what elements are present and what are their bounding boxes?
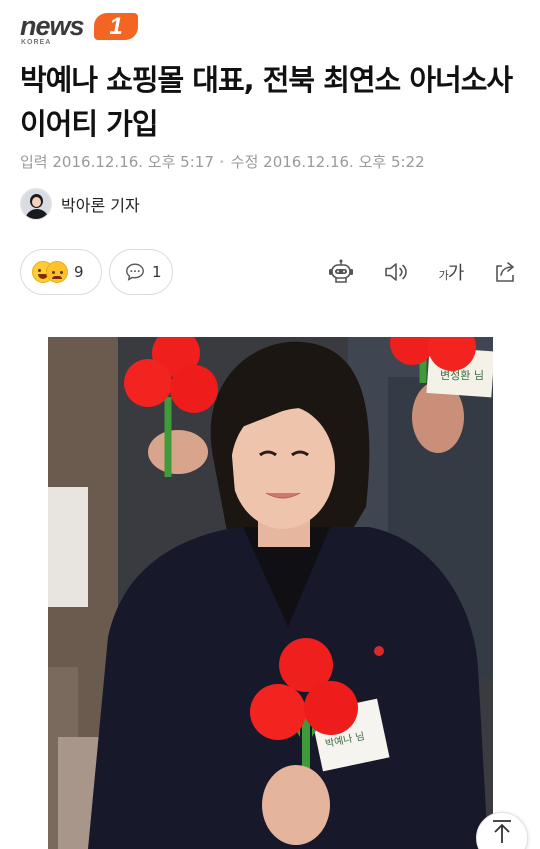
article-image: 변정환 님 박예나 님: [48, 337, 493, 849]
updated-timestamp: 2016.12.16. 오후 5:22: [263, 153, 425, 171]
arrow-up-icon: [493, 820, 511, 843]
logo-wordmark: news: [20, 11, 85, 41]
sad-emoji-icon: [46, 261, 68, 283]
article-meta: 입력 2016.12.16. 오후 5:17 • 수정 2016.12.16. 오후…: [20, 153, 425, 171]
scroll-to-top-button[interactable]: [476, 812, 528, 849]
audio-button[interactable]: [382, 258, 410, 286]
reporter-avatar: [20, 187, 52, 220]
news1-logo[interactable]: news 1 KOREA: [20, 11, 138, 47]
font-size-icon: 가가: [438, 263, 465, 284]
name-tag-top-text: 변정환 님: [440, 369, 484, 382]
reporter-info[interactable]: 박아론 기자: [20, 187, 140, 220]
robot-icon: [329, 259, 353, 283]
font-size-button[interactable]: 가가: [434, 258, 468, 286]
speaker-icon: [385, 263, 407, 281]
speech-bubble-icon: [126, 263, 144, 281]
published-timestamp: 2016.12.16. 오후 5:17: [52, 153, 214, 171]
article-headline: 박예나 쇼핑몰 대표, 전북 최연소 아너소사이어티 가입: [20, 63, 513, 141]
share-button[interactable]: [491, 258, 519, 286]
reaction-count: 9: [74, 263, 84, 281]
updated-label: 수정: [230, 153, 259, 171]
article-photo: 변정환 님 박예나 님: [48, 337, 493, 849]
logo-subtitle: KOREA: [21, 39, 52, 46]
published-label: 입력: [20, 153, 48, 171]
comment-count: 1: [152, 263, 162, 281]
share-icon: [496, 262, 514, 282]
comment-button[interactable]: 1: [109, 249, 173, 295]
reaction-button[interactable]: 9: [20, 249, 102, 295]
article-action-bar: 9 1 가가: [20, 249, 520, 295]
tts-robot-button[interactable]: [327, 258, 355, 286]
reporter-name[interactable]: 박아론 기자: [61, 192, 140, 216]
logo-badge: 1: [94, 13, 138, 40]
